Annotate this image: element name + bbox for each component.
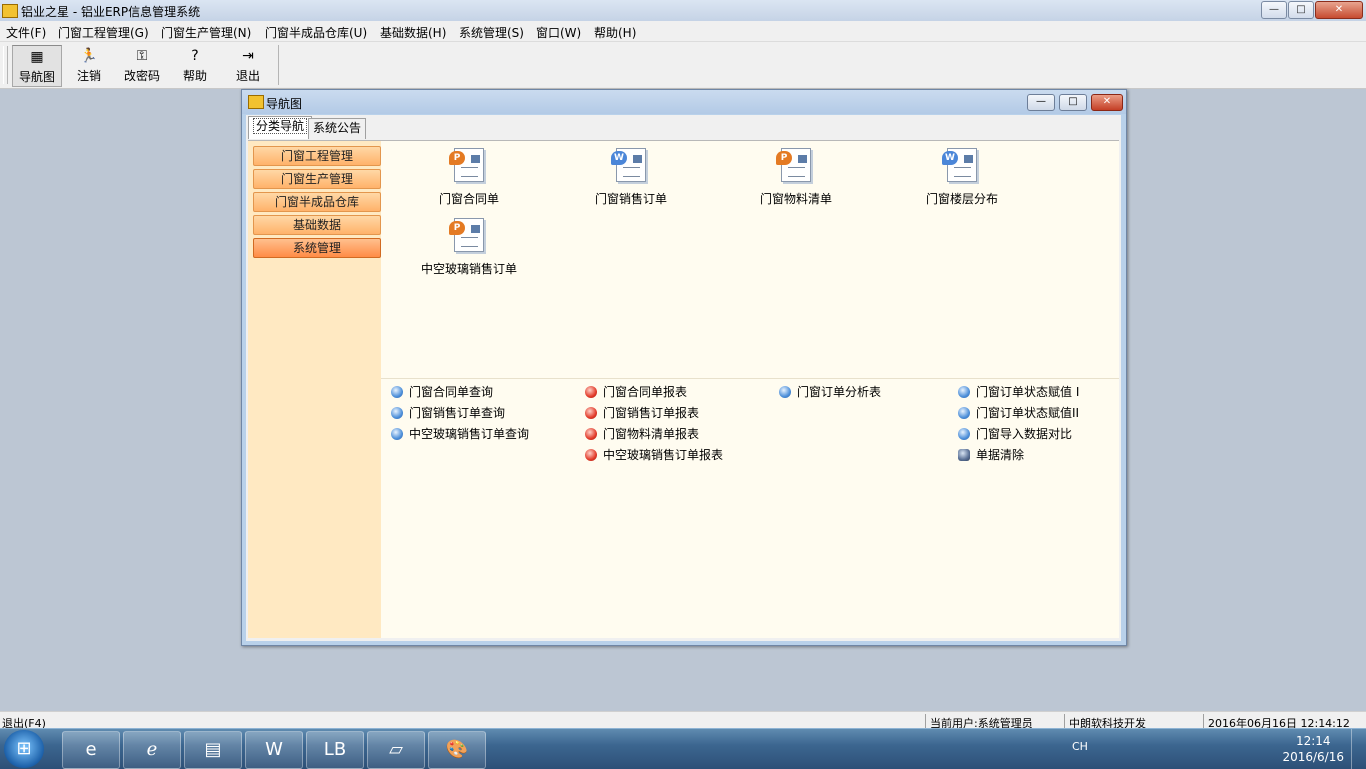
link-order-status-assign-1[interactable]: 门窗订单状态赋值 I (958, 383, 1079, 400)
navigation-window-title-bar[interactable]: 导航图 — □ ✕ (242, 90, 1126, 114)
link-window-sales-order-report[interactable]: 门窗销售订单报表 (585, 404, 699, 421)
maximize-button[interactable]: □ (1288, 1, 1314, 19)
taskbar: ⊞ e ℯ ▤ W LB ▱ 🎨 CH 12:14 2016/6/16 (0, 728, 1366, 769)
logout-runner-icon: 🏃 (80, 48, 98, 64)
app-title-bar: 铝业之星 - 铝业ERP信息管理系统 — □ ✕ (0, 0, 1366, 22)
menu-system[interactable]: 系统管理(S) (459, 24, 524, 41)
category-sidebar: 门窗工程管理 门窗生产管理 门窗半成品仓库 基础数据 系统管理 (248, 141, 381, 638)
report-icon (585, 449, 597, 461)
link-window-sales-order-query[interactable]: 门窗销售订单查询 (391, 404, 505, 421)
window-contract-shortcut[interactable]: P 门窗合同单 (399, 148, 539, 207)
link-order-status-assign-2[interactable]: 门窗订单状态赋值II (958, 404, 1079, 421)
minimize-button[interactable]: — (1261, 1, 1287, 19)
help-button[interactable]: ? 帮助 (171, 45, 219, 85)
key-icon: ⚿ (136, 48, 148, 64)
navigation-window-title: 导航图 (266, 97, 303, 111)
ie-alt-icon[interactable]: ℯ (123, 731, 181, 769)
navigation-window-body: 分类导航 系统公告 门窗工程管理 门窗生产管理 门窗半成品仓库 基础数据 系统管… (246, 115, 1121, 641)
toolbar: ▦ 导航图 🏃 注销 ⚿ 改密码 ? 帮助 ⇥ 退出 (0, 42, 1366, 89)
lb-app-icon[interactable]: LB (306, 731, 364, 769)
category-navigation-panel: 门窗工程管理 门窗生产管理 门窗半成品仓库 基础数据 系统管理 P 门窗合同单 … (248, 140, 1119, 638)
app-logo-icon (2, 4, 18, 18)
notepad-icon[interactable]: ▱ (367, 731, 425, 769)
query-icon (391, 407, 403, 419)
menu-window-project[interactable]: 门窗工程管理(G) (58, 24, 149, 41)
close-button[interactable]: ✕ (1315, 1, 1363, 19)
section-divider (381, 378, 1119, 379)
folder-icon[interactable]: ▤ (184, 731, 242, 769)
window-material-list-shortcut[interactable]: P 门窗物料清单 (726, 148, 866, 207)
menu-basic-data[interactable]: 基础数据(H) (380, 24, 446, 41)
document-icon: W (611, 148, 646, 182)
child-close-button[interactable]: ✕ (1091, 94, 1123, 111)
tab-category-navigation[interactable]: 分类导航 (248, 116, 313, 139)
nav-map-button[interactable]: ▦ 导航图 (12, 45, 62, 87)
taskbar-clock[interactable]: 12:14 2016/6/16 (1282, 733, 1344, 765)
sidebar-item-basic-data[interactable]: 基础数据 (253, 215, 381, 235)
link-document-clear[interactable]: 单据清除 (958, 446, 1024, 463)
menu-window-production[interactable]: 门窗生产管理(N) (161, 24, 251, 41)
menu-file[interactable]: 文件(F) (6, 24, 46, 41)
report-icon (585, 428, 597, 440)
menu-help[interactable]: 帮助(H) (594, 24, 636, 41)
menu-bar: 文件(F) 门窗工程管理(G) 门窗生产管理(N) 门窗半成品仓库(U) 基础数… (0, 21, 1366, 42)
menu-semi-finished-warehouse[interactable]: 门窗半成品仓库(U) (265, 24, 367, 41)
insulating-glass-sales-order-shortcut[interactable]: P 中空玻璃销售订单 (399, 218, 539, 277)
app-title: 铝业之星 - 铝业ERP信息管理系统 (21, 5, 201, 19)
navigation-window-icon (248, 95, 264, 109)
link-window-material-list-report[interactable]: 门窗物料清单报表 (585, 425, 699, 442)
link-window-order-analysis[interactable]: 门窗订单分析表 (779, 383, 881, 400)
document-icon: W (942, 148, 977, 182)
exit-button[interactable]: ⇥ 退出 (224, 45, 272, 85)
document-icon: P (776, 148, 811, 182)
exit-door-icon: ⇥ (242, 48, 254, 64)
tab-system-announcement[interactable]: 系统公告 (308, 118, 367, 139)
child-maximize-button[interactable]: □ (1059, 94, 1087, 111)
window-sales-order-shortcut[interactable]: W 门窗销售订单 (561, 148, 701, 207)
link-import-data-compare[interactable]: 门窗导入数据对比 (958, 425, 1072, 442)
sidebar-item-system-management[interactable]: 系统管理 (253, 238, 381, 258)
paint-icon[interactable]: 🎨 (428, 731, 486, 769)
show-desktop-button[interactable] (1351, 729, 1366, 769)
sidebar-item-window-project[interactable]: 门窗工程管理 (253, 146, 381, 166)
window-floor-distribution-shortcut[interactable]: W 门窗楼层分布 (892, 148, 1032, 207)
query-icon (779, 386, 791, 398)
link-insulating-glass-order-report[interactable]: 中空玻璃销售订单报表 (585, 446, 723, 463)
menu-window[interactable]: 窗口(W) (536, 24, 581, 41)
sidebar-item-window-production[interactable]: 门窗生产管理 (253, 169, 381, 189)
report-icon (585, 407, 597, 419)
link-window-contract-query[interactable]: 门窗合同单查询 (391, 383, 493, 400)
toolbar-grip[interactable] (3, 46, 8, 84)
tool-icon (958, 449, 970, 461)
query-icon (391, 428, 403, 440)
link-insulating-glass-order-query[interactable]: 中空玻璃销售订单查询 (391, 425, 529, 442)
navigation-map-icon: ▦ (30, 49, 44, 65)
query-icon (958, 386, 970, 398)
document-icon: P (449, 218, 484, 252)
document-icon: P (449, 148, 484, 182)
link-window-contract-report[interactable]: 门窗合同单报表 (585, 383, 687, 400)
logout-button[interactable]: 🏃 注销 (65, 45, 113, 85)
navigation-window: 导航图 — □ ✕ 分类导航 系统公告 门窗工程管理 门窗生产管理 门窗半成品仓… (241, 89, 1127, 646)
ie-icon[interactable]: e (62, 731, 120, 769)
child-minimize-button[interactable]: — (1027, 94, 1055, 111)
help-icon: ? (191, 48, 199, 64)
start-button[interactable]: ⊞ (4, 730, 44, 768)
input-language-indicator[interactable]: CH (1072, 740, 1088, 753)
change-password-button[interactable]: ⚿ 改密码 (118, 45, 166, 85)
query-icon (958, 407, 970, 419)
query-icon (958, 428, 970, 440)
word-icon[interactable]: W (245, 731, 303, 769)
toolbar-separator (278, 45, 279, 85)
query-icon (391, 386, 403, 398)
sidebar-item-semi-finished-warehouse[interactable]: 门窗半成品仓库 (253, 192, 381, 212)
report-icon (585, 386, 597, 398)
